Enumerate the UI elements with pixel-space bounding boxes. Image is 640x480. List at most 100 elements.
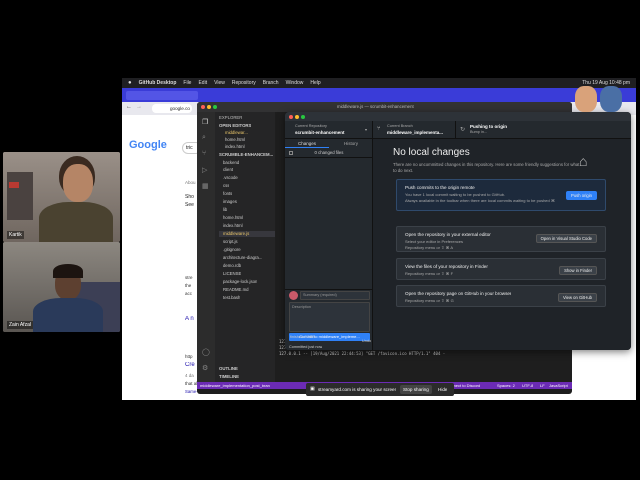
file-item[interactable]: home.html — [223, 215, 243, 221]
source-control-icon[interactable]: ⑂ — [202, 150, 206, 157]
menu-help[interactable]: Help — [310, 80, 320, 86]
file-item[interactable]: index.html — [223, 223, 243, 229]
branch-selector[interactable]: ⑂ Current Branch middleware_implementa..… — [373, 121, 456, 138]
forward-icon[interactable]: → — [136, 104, 142, 110]
timeline-label[interactable]: TIMELINE — [219, 374, 239, 380]
apple-icon[interactable]: ● — [128, 80, 132, 86]
stop-sharing-button[interactable]: Stop sharing — [400, 385, 432, 394]
maximize-icon[interactable] — [213, 105, 217, 109]
debug-icon[interactable]: ▷ — [202, 166, 207, 174]
undo-button[interactable]: Undo — [362, 339, 371, 343]
close-icon[interactable] — [289, 114, 293, 119]
file-item[interactable]: README.md — [223, 287, 249, 293]
file-item[interactable]: client — [223, 167, 233, 173]
open-editor-item[interactable]: middlewar... — [225, 130, 248, 136]
view-on-github-button[interactable]: View on GitHub — [557, 293, 597, 302]
file-item[interactable]: script.js — [223, 239, 238, 245]
sync-icon: ↻ — [460, 127, 466, 133]
push-origin-button[interactable]: ↻ Pushing to origin Bump in... — [456, 121, 526, 138]
menu-branch[interactable]: Branch — [263, 80, 279, 86]
status-encoding[interactable]: UTF-8 — [522, 383, 533, 388]
file-item[interactable]: css — [223, 183, 229, 189]
project-label[interactable]: SCRUMBLE-ENHANCEM... — [219, 152, 273, 158]
shared-screen: ● GitHub Desktop File Edit View Reposito… — [122, 78, 636, 400]
back-icon[interactable]: ← — [126, 104, 132, 110]
status-language[interactable]: JavaScript — [549, 383, 568, 388]
suggestion-card-push: Push commits to the origin remote You ha… — [396, 179, 606, 211]
file-item[interactable]: backend — [223, 160, 239, 166]
ghd-titlebar — [285, 112, 631, 121]
file-item[interactable]: demo.rdb — [223, 263, 241, 269]
push-origin-card-button[interactable]: Push origin — [566, 191, 597, 200]
file-item[interactable]: package-lock.json — [223, 279, 257, 285]
avatar — [600, 86, 622, 112]
extensions-icon[interactable]: ▦ — [202, 182, 209, 190]
summary-input[interactable]: Summary (required) — [300, 291, 370, 300]
status-spaces[interactable]: Spaces: 2 — [497, 383, 515, 388]
file-item[interactable]: .vscode — [223, 175, 238, 181]
browser-tab[interactable] — [126, 91, 198, 100]
menu-edit[interactable]: Edit — [198, 80, 207, 86]
result-link[interactable]: A n — [185, 316, 194, 322]
file-item[interactable]: .gitignore — [223, 247, 241, 253]
shirt — [39, 202, 113, 242]
account-icon[interactable]: ◯ — [202, 348, 210, 356]
menu-repository[interactable]: Repository — [232, 80, 256, 86]
gear-icon[interactable]: ⚙ — [202, 364, 208, 372]
suggestion-card-editor: Open the repository in your external edi… — [396, 226, 606, 252]
address-bar[interactable]: google.co — [152, 104, 192, 113]
committed-text: Committed just now — [289, 345, 323, 349]
file-item[interactable]: images — [223, 199, 237, 205]
card-desc-2: Always available in the toolbar when the… — [405, 198, 555, 203]
file-item[interactable]: LICENSE — [223, 271, 241, 277]
search-icon[interactable]: ⌕ — [202, 134, 206, 142]
vscode-title: middleware.js — scrumbit-enhancement — [337, 104, 414, 109]
result-snippet: Abou — [185, 180, 196, 185]
result-snippet: Sho — [185, 194, 194, 200]
suggestion-card-finder: View the files of your repository in Fin… — [396, 258, 606, 280]
open-editors-label[interactable]: OPEN EDITORS — [219, 123, 251, 129]
video-tile-zain: Zain Afzal — [3, 242, 120, 332]
hide-button[interactable]: Hide — [438, 387, 447, 392]
menu-window[interactable]: Window — [286, 80, 304, 86]
hair — [53, 264, 83, 278]
menu-file[interactable]: File — [183, 80, 191, 86]
open-editor-item[interactable]: home.html — [225, 137, 245, 143]
card-desc-2: Repository menu or ⇧ ⌘ A — [405, 245, 454, 250]
no-changes-heading: No local changes — [393, 147, 470, 158]
tab-history[interactable]: History — [329, 139, 373, 148]
tab-changes[interactable]: Changes — [285, 139, 329, 148]
file-item[interactable]: architecture-diagra... — [223, 255, 262, 261]
participant-name: Zain Afzal — [7, 321, 33, 329]
files-icon[interactable]: ❐ — [202, 118, 208, 126]
github-desktop-window: Current Repository scrumbit-enhancement … — [285, 112, 631, 350]
file-item[interactable]: fonts — [223, 191, 232, 197]
browser-tab-strip — [122, 88, 636, 102]
minimize-icon[interactable] — [295, 114, 299, 119]
result-snippet: See — [185, 202, 194, 208]
terminal-line: 127.0.0.1 -- [19/Aug/2021 22:44:53] "GET… — [279, 351, 446, 356]
ghd-sidebar: Changes History 0 changed files Summary … — [285, 139, 373, 350]
status-eol[interactable]: LF — [540, 383, 545, 388]
branch-label: Current Branch — [387, 124, 413, 128]
divider — [285, 157, 373, 158]
minimize-icon[interactable] — [207, 105, 211, 109]
show-in-finder-button[interactable]: Show in Finder — [559, 266, 597, 275]
file-item-selected[interactable]: middleware.js — [219, 231, 275, 237]
close-icon[interactable] — [201, 105, 205, 109]
outline-label[interactable]: OUTLINE — [219, 366, 238, 372]
result-link[interactable]: Cre — [185, 362, 195, 368]
menubar-app-name[interactable]: GitHub Desktop — [139, 80, 177, 86]
branch-status[interactable]: middleware_implementation_post_brand* — [200, 383, 270, 388]
card-desc: Repository menu or ⇧ ⌘ F — [405, 271, 454, 276]
repo-selector[interactable]: Current Repository scrumbit-enhancement … — [285, 121, 373, 138]
open-editor-button[interactable]: Open in Visual Studio Code — [535, 234, 597, 243]
maximize-icon[interactable] — [301, 114, 305, 119]
description-input[interactable]: Description — [289, 302, 370, 332]
open-editor-item[interactable]: index.html — [225, 144, 245, 150]
menu-view[interactable]: View — [214, 80, 225, 86]
file-item[interactable]: lib — [223, 207, 227, 213]
push-label: Pushing to origin — [470, 124, 507, 129]
file-item[interactable]: test.bash — [223, 295, 240, 301]
result-snippet: the — [185, 283, 192, 288]
